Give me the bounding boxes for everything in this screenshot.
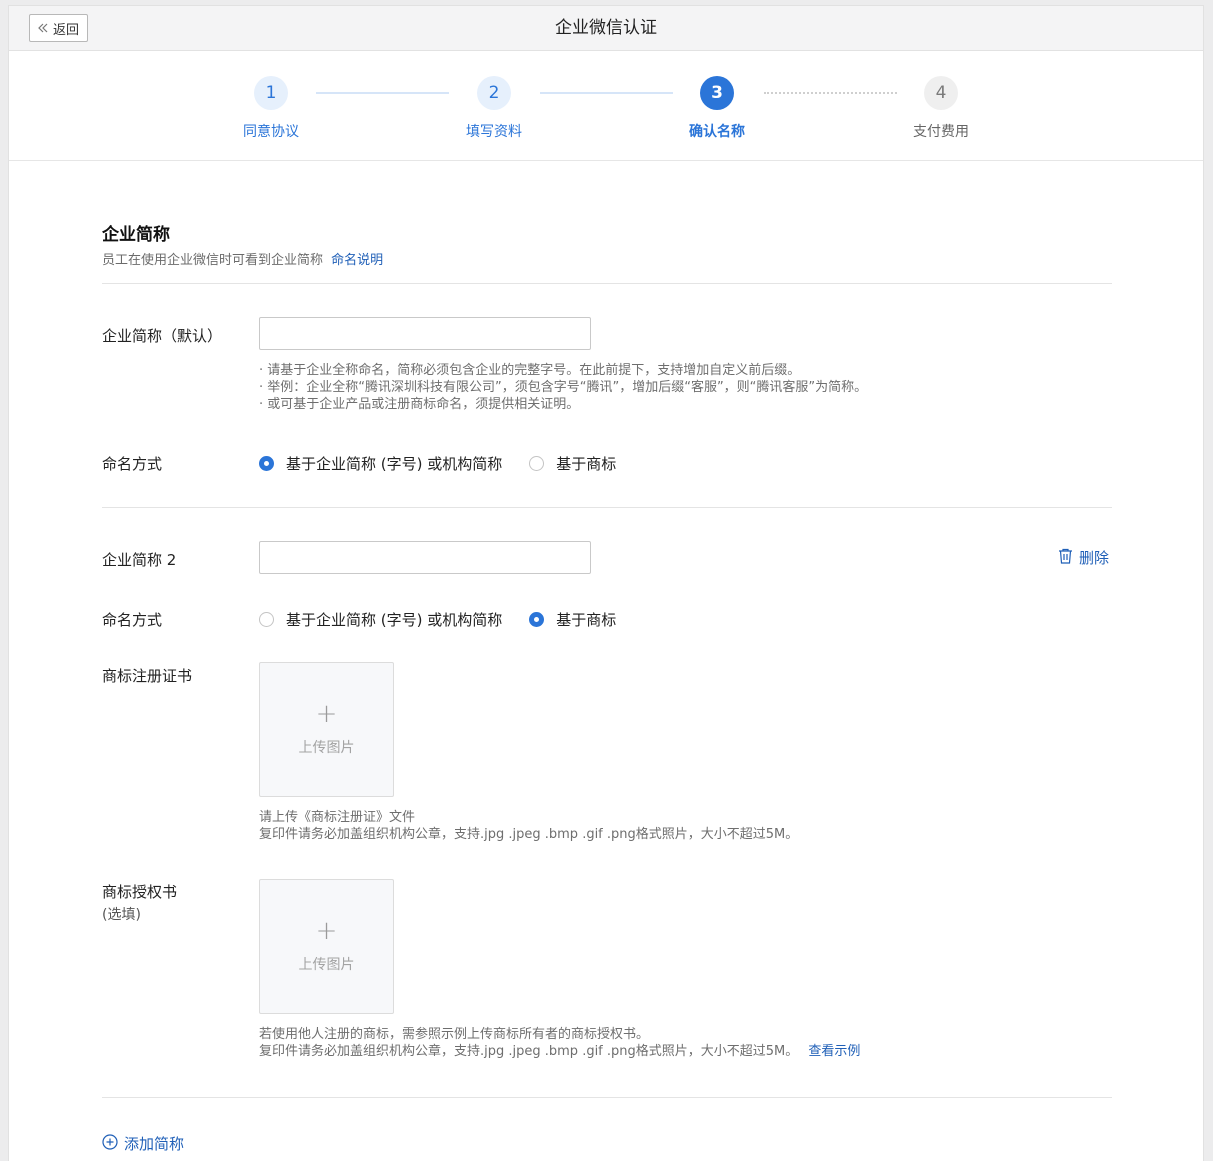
name1-hint-1: · 请基于企业全称命名，简称必须包含企业的完整字号。在此前提下，支持增加自定义前… (259, 363, 801, 378)
add-name-button[interactable]: 添加简称 (102, 1133, 184, 1154)
trademark-auth-upload[interactable]: + 上传图片 (259, 879, 394, 1014)
step-3-label: 确认名称 (689, 124, 745, 140)
name2-mode-radio-group: 基于企业简称 (字号) 或机构简称 基于商标 (259, 609, 616, 630)
trademark-auth-label: 商标授权书 (102, 883, 178, 901)
name1-mode-option-abbr[interactable]: 基于企业简称 (字号) 或机构简称 (259, 453, 502, 474)
step-2-circle: 2 (477, 76, 511, 110)
divider (102, 283, 1112, 284)
name1-mode-option-trademark-label: 基于商标 (556, 455, 617, 473)
trademark-cert-hint-2: 复印件请务必加盖组织机构公章，支持.jpg .jpeg .bmp .gif .p… (259, 827, 799, 842)
name1-input[interactable] (259, 317, 591, 350)
view-example-link[interactable]: 查看示例 (808, 1044, 860, 1059)
name2-mode-option-trademark-label: 基于商标 (556, 611, 617, 629)
step-2-label: 填写资料 (466, 124, 522, 140)
divider (102, 507, 1112, 508)
section-description: 员工在使用企业微信时可看到企业简称 命名说明 (102, 249, 383, 268)
step-indicator: 1 同意协议 2 填写资料 3 确认名称 4 支付费用 (9, 51, 1203, 161)
radio-checked-icon[interactable] (529, 612, 545, 627)
back-label: 返回 (52, 22, 79, 38)
name1-label: 企业简称（默认） (102, 327, 223, 345)
name1-mode-option-trademark[interactable]: 基于商标 (529, 453, 616, 474)
trademark-cert-hint-1: 请上传《商标注册证》文件 (259, 810, 416, 825)
trademark-auth-hint-2: 复印件请务必加盖组织机构公章，支持.jpg .jpeg .bmp .gif .p… (259, 1044, 799, 1059)
step-4-circle: 4 (924, 76, 958, 110)
name2-mode-option-abbr[interactable]: 基于企业简称 (字号) 或机构简称 (259, 609, 502, 630)
add-name-label: 添加简称 (124, 1135, 185, 1153)
step-4-label: 支付费用 (913, 124, 969, 140)
trademark-cert-label: 商标注册证书 (102, 667, 193, 685)
top-bar: 企业微信认证 返回 (9, 6, 1203, 51)
name1-mode-radio-group: 基于企业简称 (字号) 或机构简称 基于商标 (259, 453, 616, 474)
step-3-circle: 3 (700, 76, 734, 110)
name2-mode-option-abbr-label: 基于企业简称 (字号) 或机构简称 (286, 611, 503, 629)
step-connector (316, 92, 449, 94)
plus-circle-icon (102, 1133, 118, 1154)
name2-mode-label: 命名方式 (102, 611, 163, 629)
trademark-auth-hint: 若使用他人注册的商标，需参照示例上传商标所有者的商标授权书。 复印件请务必加盖组… (259, 1026, 860, 1060)
radio-unchecked-icon[interactable] (529, 456, 545, 471)
name2-label: 企业简称 2 (102, 551, 177, 569)
name1-hint-3: · 或可基于企业产品或注册商标命名，须提供相关证明。 (259, 397, 580, 412)
delete-name2-button[interactable]: 删除 (1058, 547, 1109, 568)
divider (102, 1097, 1112, 1098)
upload-label: 上传图片 (298, 957, 355, 973)
plus-icon: + (315, 699, 338, 729)
name2-input[interactable] (259, 541, 591, 574)
step-1-label: 同意协议 (243, 124, 299, 140)
step-1-circle: 1 (254, 76, 288, 110)
trademark-cert-hint: 请上传《商标注册证》文件 复印件请务必加盖组织机构公章，支持.jpg .jpeg… (259, 809, 798, 843)
name1-hints: · 请基于企业全称命名，简称必须包含企业的完整字号。在此前提下，支持增加自定义前… (259, 362, 867, 413)
section-desc-text: 员工在使用企业微信时可看到企业简称 (102, 253, 324, 268)
name1-mode-label: 命名方式 (102, 455, 163, 473)
section-title: 企业简称 (102, 225, 170, 245)
step-connector (764, 92, 897, 94)
upload-label: 上传图片 (298, 740, 355, 756)
name2-mode-option-trademark[interactable]: 基于商标 (529, 609, 616, 630)
trademark-auth-hint-1: 若使用他人注册的商标，需参照示例上传商标所有者的商标授权书。 (259, 1027, 650, 1042)
trademark-auth-hint-2-row: 复印件请务必加盖组织机构公章，支持.jpg .jpeg .bmp .gif .p… (259, 1043, 860, 1060)
trademark-auth-optional: (选填) (102, 907, 141, 923)
double-chevron-left-icon (38, 23, 48, 33)
plus-icon: + (315, 916, 338, 946)
trash-icon (1058, 548, 1073, 568)
name1-hint-2: · 举例：企业全称“腾讯深圳科技有限公司”，须包含字号“腾讯”，增加后缀“客服”… (259, 380, 868, 395)
page-title: 企业微信认证 (555, 18, 657, 38)
name1-mode-option-abbr-label: 基于企业简称 (字号) 或机构简称 (286, 455, 503, 473)
step-connector (540, 92, 673, 94)
trademark-cert-upload[interactable]: + 上传图片 (259, 662, 394, 797)
app-window: 企业微信认证 返回 1 同意协议 2 填写资料 3 确认名称 4 支付费用 企业… (8, 5, 1204, 1161)
back-button[interactable]: 返回 (29, 14, 88, 42)
radio-checked-icon[interactable] (259, 456, 274, 471)
naming-guide-link[interactable]: 命名说明 (331, 253, 383, 268)
radio-unchecked-icon[interactable] (259, 612, 274, 627)
delete-label: 删除 (1079, 549, 1110, 567)
